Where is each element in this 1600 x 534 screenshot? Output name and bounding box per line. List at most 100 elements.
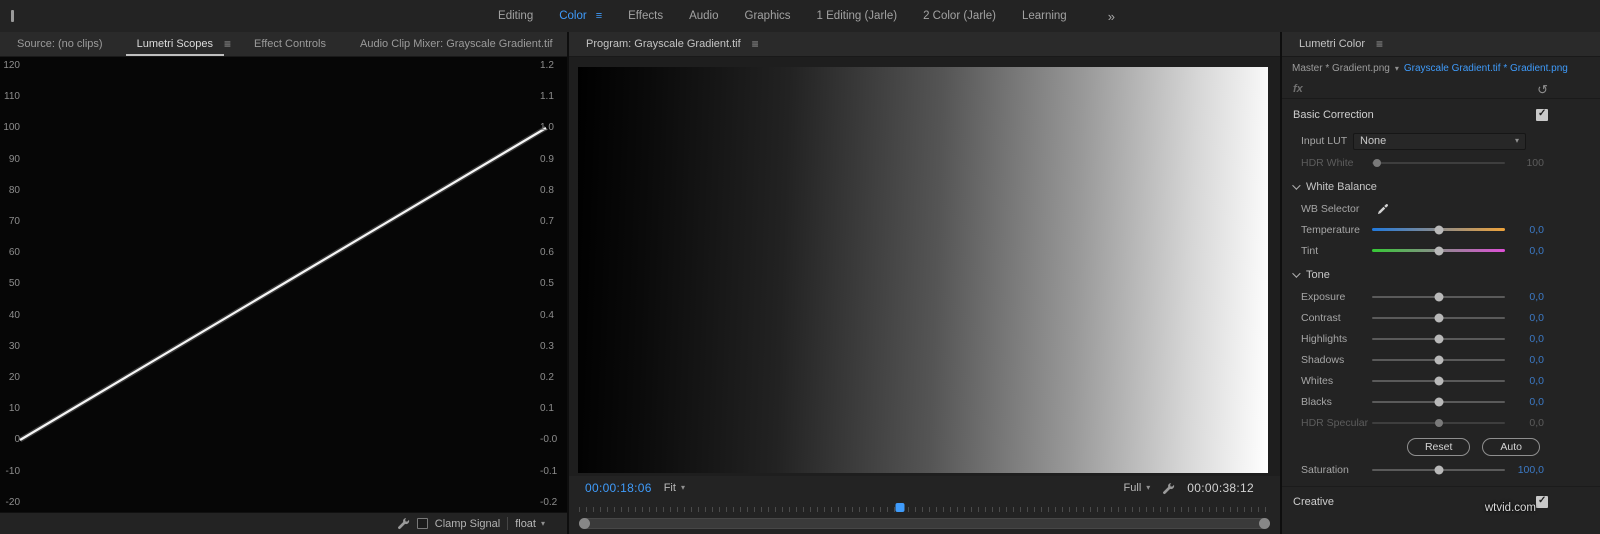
overflow-chevron-icon[interactable]: » [1108, 9, 1115, 24]
slider-thumb[interactable] [1434, 334, 1443, 343]
slider-track[interactable] [1372, 334, 1505, 343]
fx-icon: fx [1293, 83, 1303, 95]
slider-value: 100 [1526, 156, 1544, 169]
waveform-trace [18, 125, 548, 443]
scope-format-select[interactable]: float ▾ [515, 518, 545, 530]
current-timecode[interactable]: 00:00:18:06 [585, 481, 652, 495]
waveform-scope[interactable]: 120 110 100 90 80 70 60 50 40 30 20 10 0 -10 -20 1.2 1.… [0, 57, 567, 512]
slider-thumb[interactable] [1434, 246, 1443, 255]
panel-menu-icon[interactable]: ≡ [752, 32, 771, 56]
reset-effect-icon[interactable]: ↺ [1537, 83, 1548, 96]
slider-value[interactable]: 0,0 [1512, 312, 1544, 324]
hdr-white-slider[interactable] [1372, 158, 1505, 167]
scope-axis-label: 0.2 [540, 372, 554, 384]
section-basic-correction[interactable]: Basic Correction [1282, 102, 1600, 128]
wrench-icon[interactable] [397, 517, 410, 530]
playback-resolution-value: Full [1123, 482, 1142, 494]
input-lut-select[interactable]: None ▾ [1353, 132, 1526, 150]
slider-thumb[interactable] [1434, 465, 1443, 474]
slider-thumb[interactable] [1434, 376, 1443, 385]
slider-track[interactable] [1372, 292, 1505, 301]
reset-button[interactable]: Reset [1406, 438, 1471, 456]
slider-value[interactable]: 0,0 [1512, 333, 1544, 345]
slider-thumb[interactable] [1434, 397, 1443, 406]
slider-value[interactable]: 0,0 [1512, 245, 1544, 257]
tab-program-monitor[interactable]: Program: Grayscale Gradient.tif [575, 32, 752, 56]
scope-axis-label: 110 [4, 91, 20, 103]
workspace-tab-graphics[interactable]: Graphics [732, 10, 804, 22]
section-title: Tone [1306, 268, 1330, 281]
slider-value[interactable]: 0,0 [1512, 396, 1544, 408]
slider-label: Tint [1301, 244, 1319, 257]
slider-thumb[interactable] [1434, 292, 1443, 301]
slider-track[interactable] [1372, 376, 1505, 385]
workspace-tab-audio[interactable]: Audio [676, 10, 731, 22]
scope-axis-label: -10 [5, 465, 20, 477]
scope-axis-label: -20 [5, 496, 20, 508]
slider-value: 0,0 [1529, 416, 1544, 429]
collapse-chevron-icon[interactable] [1292, 268, 1301, 278]
slider-value[interactable]: 0,0 [1512, 224, 1544, 236]
scrollbar-handle-right[interactable] [1259, 518, 1270, 529]
auto-button[interactable]: Auto [1482, 438, 1540, 456]
section-creative[interactable]: Creative [1282, 489, 1600, 515]
time-ruler[interactable] [579, 502, 1270, 515]
tab-source-monitor[interactable]: Source: (no clips) [6, 32, 114, 56]
temperature-slider[interactable] [1372, 225, 1505, 234]
divider [1282, 486, 1600, 487]
tab-lumetri-color[interactable]: Lumetri Color [1288, 32, 1376, 56]
settings-wrench-icon[interactable] [1162, 482, 1175, 495]
wb-selector-eyedropper-icon[interactable] [1376, 202, 1390, 216]
program-monitor-viewer[interactable] [569, 57, 1280, 476]
slider-thumb[interactable] [1434, 418, 1443, 427]
hdr-specular-slider[interactable] [1372, 418, 1505, 427]
tab-effect-controls[interactable]: Effect Controls [243, 32, 337, 56]
slider-value[interactable]: 0,0 [1512, 354, 1544, 366]
tint-slider[interactable] [1372, 246, 1505, 255]
slider-track[interactable] [1372, 355, 1505, 364]
slider-thumb[interactable] [1434, 313, 1443, 322]
panel-area: Source: (no clips) Lumetri Scopes ≡ Effe… [0, 32, 1600, 534]
panel-menu-icon[interactable]: ≡ [1376, 32, 1395, 56]
playback-resolution-select[interactable]: Full ▾ [1124, 482, 1151, 494]
scrollbar-handle-left[interactable] [579, 518, 590, 529]
panel-menu-icon[interactable]: ≡ [224, 32, 243, 56]
section-white-balance[interactable]: White Balance [1282, 175, 1600, 198]
slider-value[interactable]: 100,0 [1512, 464, 1544, 476]
clamp-signal-checkbox[interactable] [416, 518, 428, 529]
collapse-chevron-icon[interactable] [1292, 180, 1301, 190]
workspace-tab-editing[interactable]: Editing [485, 10, 546, 22]
basic-correction-checkbox[interactable] [1536, 108, 1548, 121]
zoom-level-select[interactable]: Fit ▾ [664, 482, 685, 494]
slider-value[interactable]: 0,0 [1512, 291, 1544, 303]
slider-label: Shadows [1301, 353, 1345, 366]
scrollbar-track[interactable] [579, 518, 1270, 529]
playhead-marker[interactable] [895, 503, 905, 512]
slider-value[interactable]: 0,0 [1512, 375, 1544, 387]
tab-lumetri-scopes[interactable]: Lumetri Scopes [126, 32, 224, 56]
slider-label: Whites [1301, 374, 1334, 387]
scope-axis-label: 120 [3, 60, 20, 71]
workspace-tab-2-color-jarle[interactable]: 2 Color (Jarle) [910, 10, 1009, 22]
workspace-tab-effects[interactable]: Effects [615, 10, 676, 22]
selected-clip-link[interactable]: Grayscale Gradient.tif * Gradient.png [1404, 63, 1568, 74]
master-clip-selector[interactable]: Master * Gradient.png [1292, 63, 1390, 74]
slider-thumb[interactable] [1434, 355, 1443, 364]
slider-track[interactable] [1372, 397, 1505, 406]
tab-audio-clip-mixer[interactable]: Audio Clip Mixer: Grayscale Gradient.tif [349, 32, 564, 56]
workspace-menu-icon[interactable]: ≡ [592, 10, 615, 22]
creative-checkbox[interactable] [1536, 495, 1548, 508]
section-tone[interactable]: Tone [1282, 263, 1600, 286]
slider-track[interactable] [1372, 313, 1505, 322]
workspace-tab-1-editing-jarle[interactable]: 1 Editing (Jarle) [804, 10, 911, 22]
workspace-tab-learning[interactable]: Learning [1009, 10, 1080, 22]
slider-thumb[interactable] [1434, 225, 1443, 234]
chevron-down-icon: ▾ [680, 483, 685, 492]
zoom-scrollbar[interactable] [579, 518, 1270, 529]
workspace-tab-color[interactable]: Color [546, 10, 591, 22]
slider-thumb[interactable] [1373, 158, 1382, 167]
slider-label: Exposure [1301, 290, 1346, 303]
saturation-slider[interactable] [1372, 465, 1505, 474]
tone-slider-row: Contrast 0,0 [1282, 307, 1600, 328]
scope-axis-label: 0.5 [540, 278, 554, 290]
